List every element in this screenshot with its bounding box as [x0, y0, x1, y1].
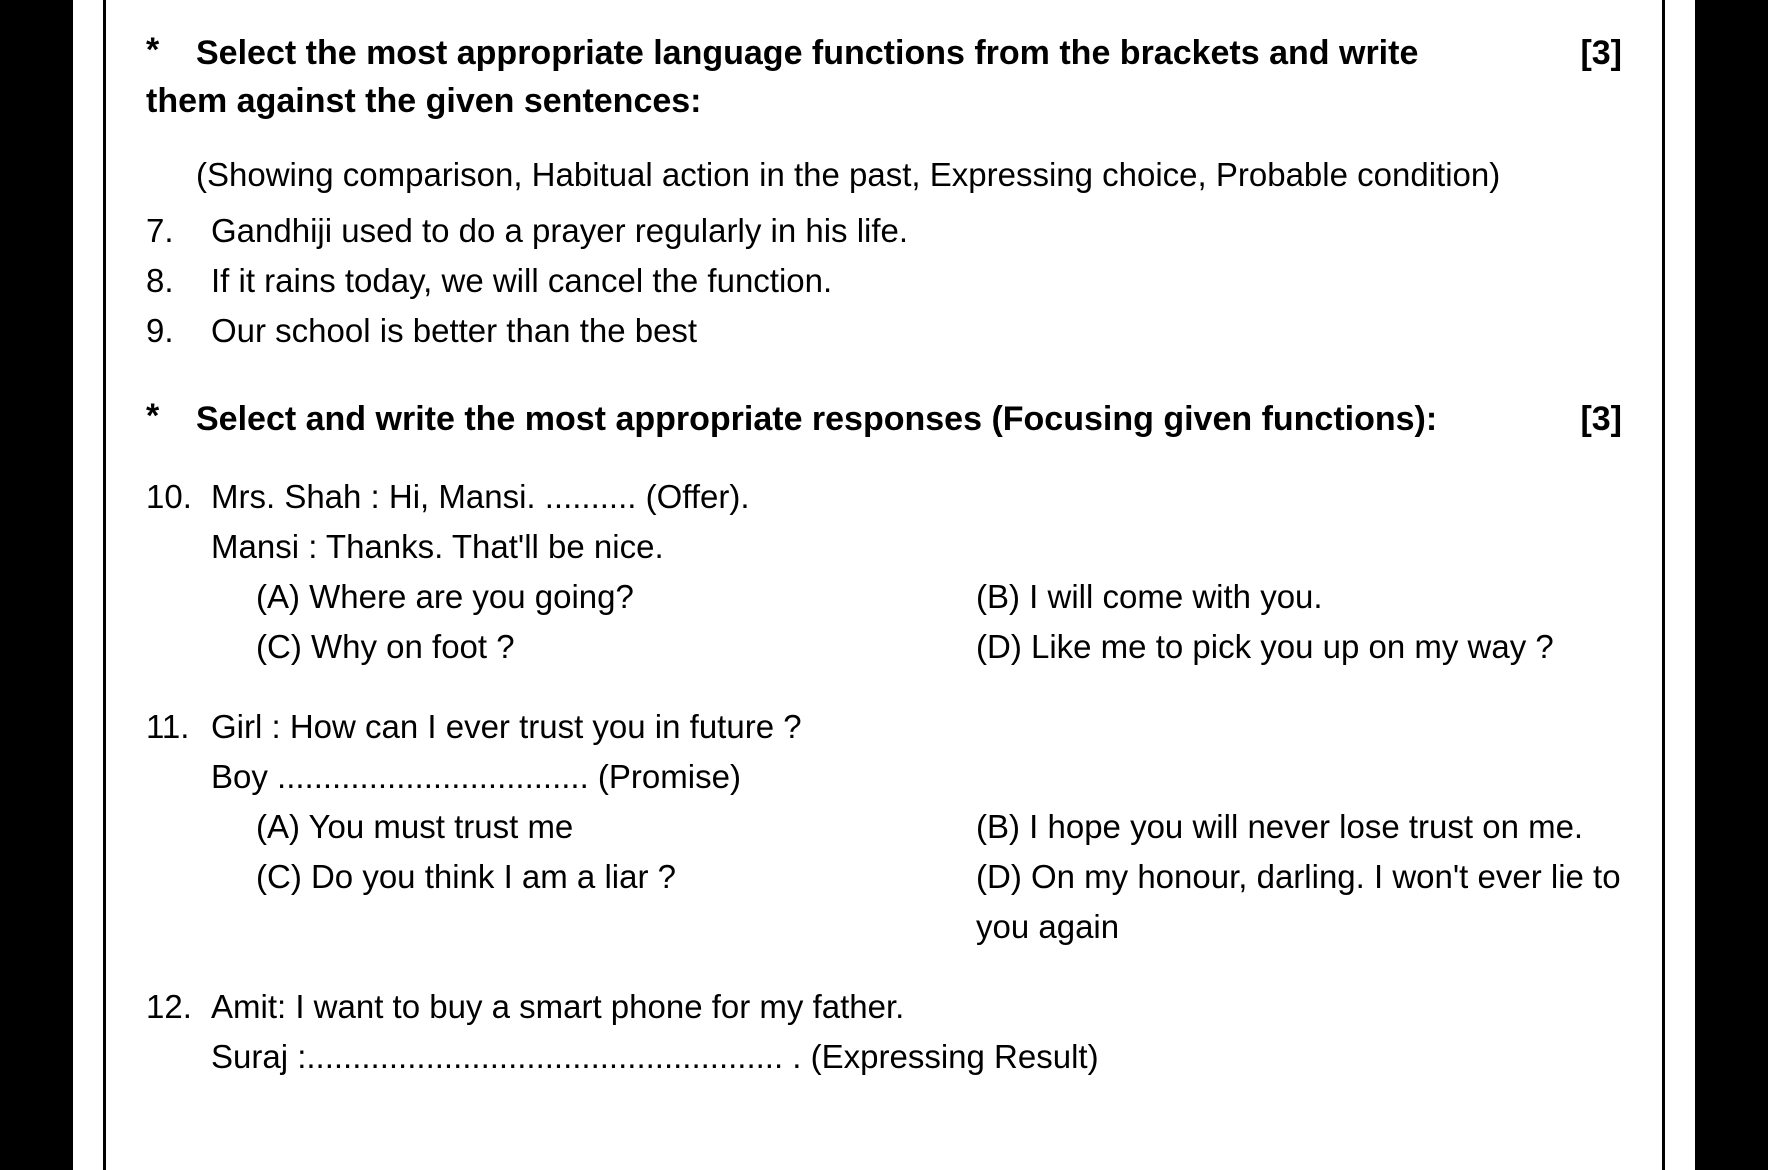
option-d: (D) On my honour, darling. I won't ever … [976, 852, 1622, 952]
option-b: (B) I hope you will never lose trust on … [976, 802, 1622, 852]
question-number: 7. [146, 206, 211, 256]
question-12: 12. Amit: I want to buy a smart phone fo… [146, 982, 1622, 1032]
question-10-options-row2: (C) Why on foot ? (D) Like me to pick yo… [256, 622, 1622, 672]
page-wrap: * Select the most appropriate language f… [0, 0, 1768, 1170]
bullet-star-icon: * [146, 396, 196, 436]
option-c: (C) Do you think I am a liar ? [256, 852, 976, 952]
option-a: (A) Where are you going? [256, 572, 976, 622]
option-b: (B) I will come with you. [976, 572, 1622, 622]
section-a-title-line2: them against the given sentences: [146, 78, 1622, 124]
paper-sheet: * Select the most appropriate language f… [69, 0, 1699, 1170]
question-line: Girl : How can I ever trust you in futur… [211, 702, 1622, 752]
question-number: 11. [146, 702, 211, 752]
question-11-options-row1: (A) You must trust me (B) I hope you wil… [256, 802, 1622, 852]
question-number: 12. [146, 982, 211, 1032]
option-c: (C) Why on foot ? [256, 622, 976, 672]
question-11: 11. Girl : How can I ever trust you in f… [146, 702, 1622, 752]
question-10: 10. Mrs. Shah : Hi, Mansi. .......... (O… [146, 472, 1622, 522]
question-10-line2: Mansi : Thanks. That'll be nice. [211, 522, 1622, 572]
question-text: Our school is better than the best [211, 306, 1622, 356]
section-a-head: * Select the most appropriate language f… [146, 30, 1622, 76]
question-number: 9. [146, 306, 211, 356]
question-12-line2: Suraj :.................................… [211, 1032, 1622, 1082]
section-b-title: Select and write the most appropriate re… [196, 396, 1562, 442]
question-number: 10. [146, 472, 211, 522]
section-a-title-line1: Select the most appropriate language fun… [196, 30, 1562, 76]
section-a-hint: (Showing comparison, Habitual action in … [196, 150, 1622, 200]
bullet-star-icon: * [146, 30, 196, 70]
question-text: Gandhiji used to do a prayer regularly i… [211, 206, 1622, 256]
question-number: 8. [146, 256, 211, 306]
question-11-line2: Boy .................................. (… [211, 752, 1622, 802]
content-area: * Select the most appropriate language f… [103, 0, 1665, 1170]
section-b-marks: [3] [1562, 396, 1622, 442]
question-8: 8. If it rains today, we will cancel the… [146, 256, 1622, 306]
question-line: Mrs. Shah : Hi, Mansi. .......... (Offer… [211, 472, 1622, 522]
option-a: (A) You must trust me [256, 802, 976, 852]
section-b-head: * Select and write the most appropriate … [146, 396, 1622, 442]
question-text: If it rains today, we will cancel the fu… [211, 256, 1622, 306]
question-line: Amit: I want to buy a smart phone for my… [211, 982, 1622, 1032]
question-9: 9. Our school is better than the best [146, 306, 1622, 356]
question-7: 7. Gandhiji used to do a prayer regularl… [146, 206, 1622, 256]
option-d: (D) Like me to pick you up on my way ? [976, 622, 1622, 672]
section-a-marks: [3] [1562, 30, 1622, 76]
question-10-options-row1: (A) Where are you going? (B) I will come… [256, 572, 1622, 622]
question-11-options-row2: (C) Do you think I am a liar ? (D) On my… [256, 852, 1622, 952]
